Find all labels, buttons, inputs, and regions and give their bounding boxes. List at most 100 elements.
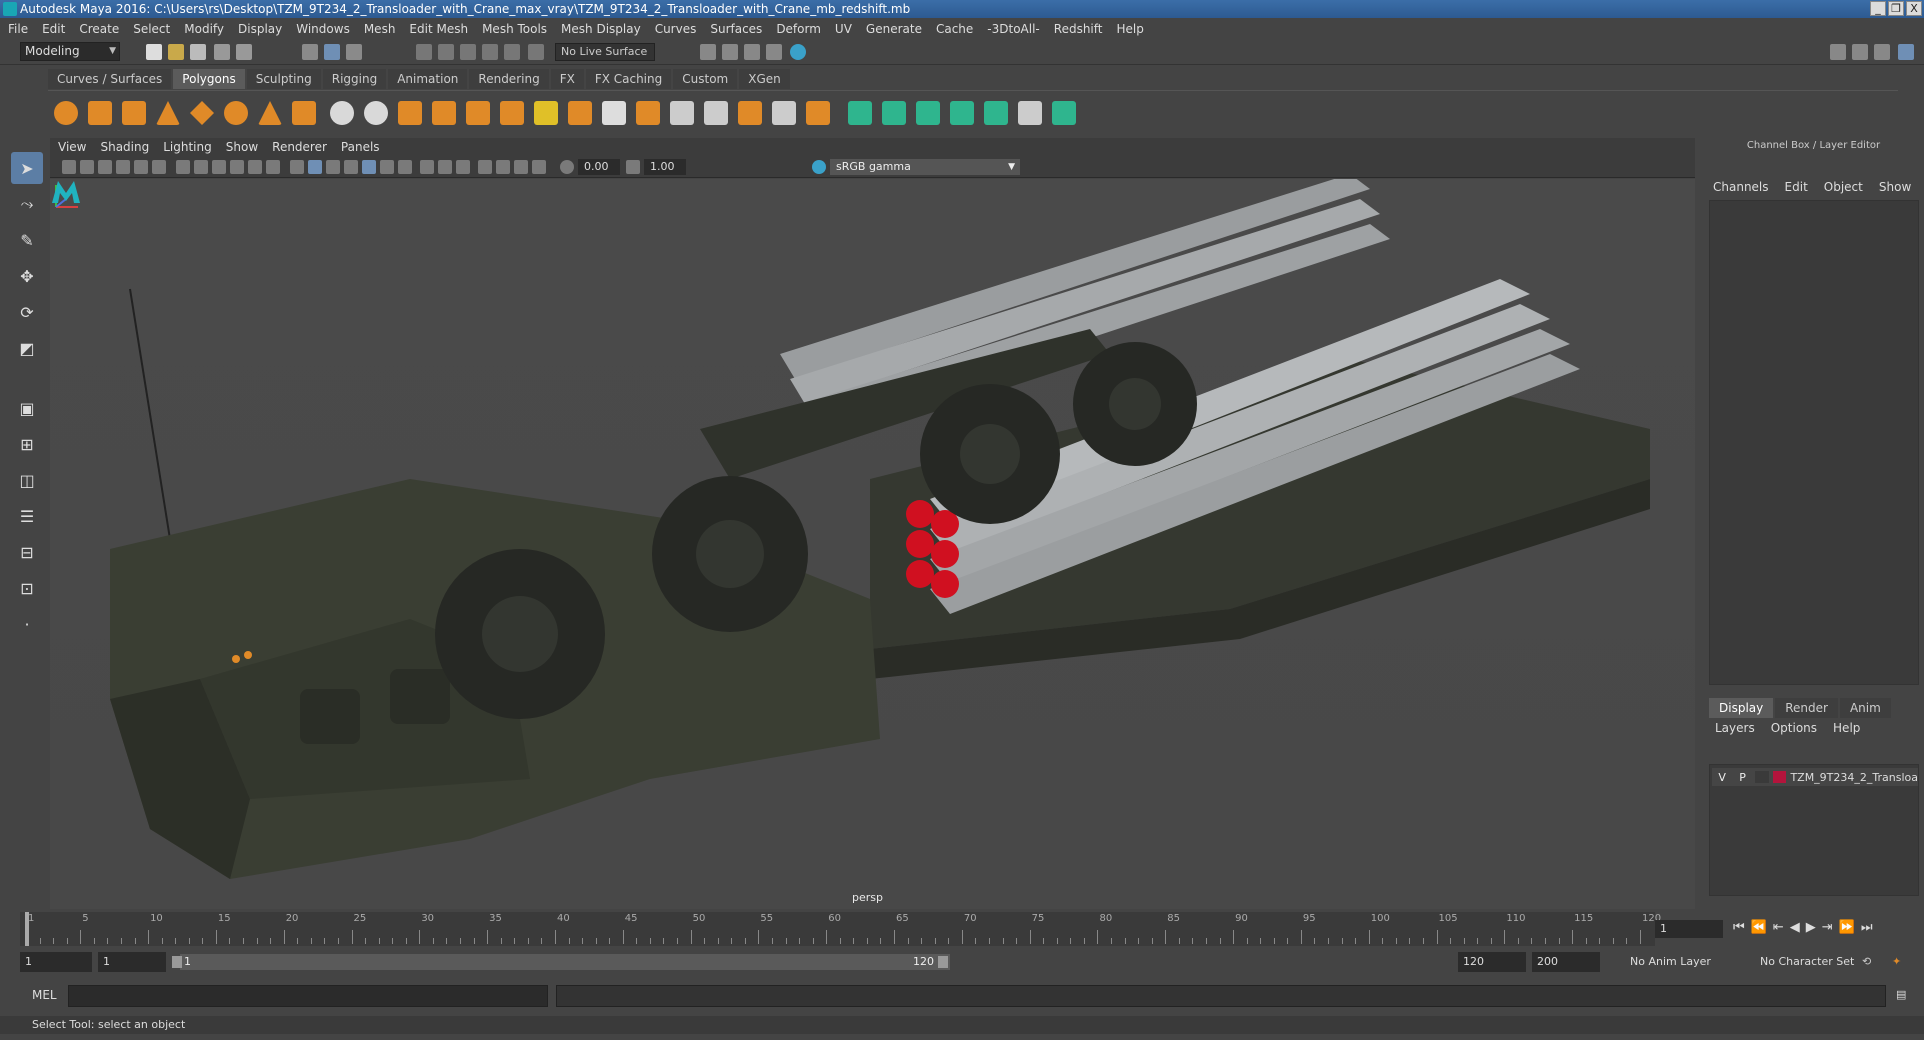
- tab-anim[interactable]: Anim: [1839, 698, 1891, 718]
- select-object-icon[interactable]: [324, 44, 340, 60]
- menu-modify[interactable]: Modify: [184, 22, 224, 36]
- bevel-icon[interactable]: [636, 101, 660, 125]
- step-back-key-icon[interactable]: ⏪: [1751, 920, 1767, 935]
- current-time-marker[interactable]: [25, 912, 29, 946]
- bookmark-icon[interactable]: [98, 160, 112, 174]
- viewport-menu-show[interactable]: Show: [226, 140, 258, 154]
- shelf-tab-animation[interactable]: Animation: [388, 69, 468, 89]
- scale-tool-icon[interactable]: ◩: [11, 332, 43, 364]
- gamma-field[interactable]: 1.00: [644, 159, 686, 175]
- menu-surfaces[interactable]: Surfaces: [710, 22, 762, 36]
- gamma-icon[interactable]: [626, 160, 640, 174]
- menu-windows[interactable]: Windows: [296, 22, 350, 36]
- hypershade-icon[interactable]: [790, 44, 806, 60]
- snap-view-plane-icon[interactable]: [482, 44, 498, 60]
- poly-plane-icon[interactable]: [190, 101, 214, 125]
- menu-help[interactable]: Help: [1116, 22, 1143, 36]
- uv-editor-icon[interactable]: [1018, 101, 1042, 125]
- snap-grid-icon[interactable]: [416, 44, 432, 60]
- minimize-button[interactable]: _: [1870, 1, 1886, 16]
- step-forward-frame-icon[interactable]: ⇥: [1822, 920, 1833, 935]
- cb-menu-object[interactable]: Object: [1824, 180, 1863, 194]
- spherical-uv-icon[interactable]: [916, 101, 940, 125]
- script-editor-icon[interactable]: ▤: [1896, 985, 1906, 1005]
- poly-cone-icon[interactable]: [156, 101, 180, 125]
- grid-icon[interactable]: [176, 160, 190, 174]
- poly-sphere-icon[interactable]: [54, 101, 78, 125]
- maximize-button[interactable]: ❐: [1888, 1, 1904, 16]
- close-button[interactable]: X: [1906, 1, 1922, 16]
- graph-layout-icon[interactable]: ⊟: [11, 536, 43, 568]
- auto-key-icon[interactable]: ⟲: [1862, 952, 1871, 972]
- viewport-persp[interactable]: persp: [50, 179, 1695, 909]
- layer-playback-toggle[interactable]: P: [1732, 771, 1752, 784]
- poly-pipe-icon[interactable]: [292, 101, 316, 125]
- unfold-uv-icon[interactable]: [984, 101, 1008, 125]
- history-icon[interactable]: [528, 44, 544, 60]
- range-start-handle[interactable]: [172, 956, 182, 968]
- menu-mesh-display[interactable]: Mesh Display: [561, 22, 641, 36]
- layer-menu-layers[interactable]: Layers: [1715, 721, 1755, 735]
- menu-edit[interactable]: Edit: [42, 22, 65, 36]
- step-forward-key-icon[interactable]: ⏩: [1839, 920, 1855, 935]
- shelf-tab-curves-surfaces[interactable]: Curves / Surfaces: [48, 69, 172, 89]
- two-view-layout-icon[interactable]: ◫: [11, 464, 43, 496]
- layer-row[interactable]: V P TZM_9T234_2_Transloa: [1712, 768, 1918, 786]
- menu-deform[interactable]: Deform: [776, 22, 821, 36]
- textured-icon[interactable]: [362, 160, 376, 174]
- menu-3dtoall[interactable]: -3DtoAll-: [987, 22, 1039, 36]
- render-settings-icon[interactable]: [766, 44, 782, 60]
- layout-menu-icon[interactable]: ·: [11, 608, 43, 640]
- viewport-menu-shading[interactable]: Shading: [100, 140, 149, 154]
- viewport-menu-view[interactable]: View: [58, 140, 86, 154]
- make-live-icon[interactable]: [504, 44, 520, 60]
- resolution-gate-icon[interactable]: [212, 160, 226, 174]
- script-language-toggle[interactable]: MEL: [32, 988, 57, 1002]
- outliner-layout-icon[interactable]: ☰: [11, 500, 43, 532]
- menu-uv[interactable]: UV: [835, 22, 852, 36]
- tab-render[interactable]: Render: [1775, 698, 1838, 718]
- use-all-lights-icon[interactable]: [380, 160, 394, 174]
- exposure-field[interactable]: 0.00: [578, 159, 620, 175]
- two-d-pan-icon[interactable]: [134, 160, 148, 174]
- menu-mesh[interactable]: Mesh: [364, 22, 396, 36]
- snap-curve-icon[interactable]: [438, 44, 454, 60]
- field-chart-icon[interactable]: [248, 160, 262, 174]
- menu-display[interactable]: Display: [238, 22, 282, 36]
- bridge-icon[interactable]: [602, 101, 626, 125]
- shelf-tab-fx-caching[interactable]: FX Caching: [585, 69, 672, 89]
- snap-point-icon[interactable]: [460, 44, 476, 60]
- play-forward-icon[interactable]: ▶: [1806, 920, 1816, 935]
- viewport-menu-panels[interactable]: Panels: [341, 140, 380, 154]
- camera-attributes-icon[interactable]: [80, 160, 94, 174]
- rotate-tool-icon[interactable]: ⟳: [11, 296, 43, 328]
- isolate-select-icon[interactable]: [478, 160, 492, 174]
- paint-select-tool-icon[interactable]: ✎: [11, 224, 43, 256]
- wireframe-icon[interactable]: [290, 160, 304, 174]
- target-weld-icon[interactable]: [772, 101, 796, 125]
- workspace-icon[interactable]: [1830, 44, 1846, 60]
- play-backward-icon[interactable]: ◀: [1790, 920, 1800, 935]
- animation-preferences-icon[interactable]: ✦: [1892, 952, 1901, 972]
- cut-uv-icon[interactable]: [1052, 101, 1076, 125]
- shelf-tab-rigging[interactable]: Rigging: [322, 69, 387, 89]
- layer-type-toggle[interactable]: [1754, 771, 1770, 783]
- range-bar[interactable]: 1 120: [172, 954, 950, 970]
- default-material-icon[interactable]: [326, 160, 340, 174]
- redo-icon[interactable]: [236, 44, 252, 60]
- automatic-uv-icon[interactable]: [950, 101, 974, 125]
- backface-culling-icon[interactable]: [532, 160, 546, 174]
- select-tool-icon[interactable]: ➤: [11, 152, 43, 184]
- shelf-tab-rendering[interactable]: Rendering: [469, 69, 549, 89]
- cylindrical-uv-icon[interactable]: [882, 101, 906, 125]
- view-transform-select[interactable]: sRGB gamma: [830, 159, 1020, 175]
- menu-redshift[interactable]: Redshift: [1054, 22, 1103, 36]
- poly-pyramid-icon[interactable]: [258, 101, 282, 125]
- menu-curves[interactable]: Curves: [655, 22, 697, 36]
- render-view-icon[interactable]: [700, 44, 716, 60]
- range-end-handle[interactable]: [938, 956, 948, 968]
- merge-icon[interactable]: [738, 101, 762, 125]
- poly-cylinder-icon[interactable]: [122, 101, 146, 125]
- anti-aliasing-icon[interactable]: [456, 160, 470, 174]
- live-surface-field[interactable]: No Live Surface: [555, 43, 655, 61]
